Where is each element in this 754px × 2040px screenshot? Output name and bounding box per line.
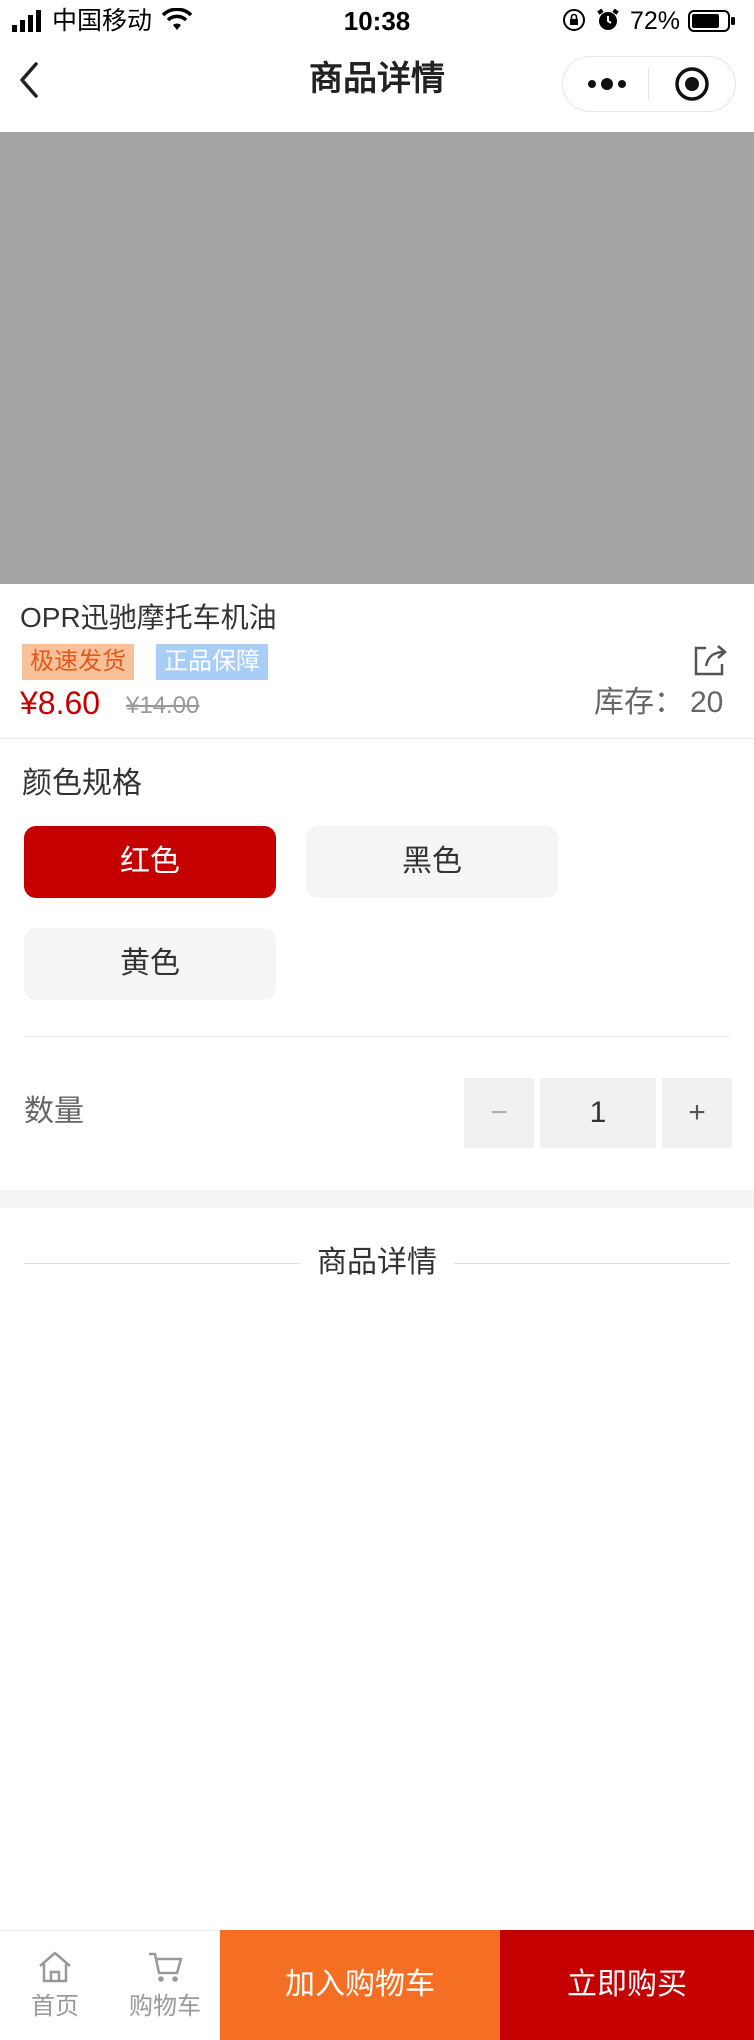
current-price: ¥8.60 xyxy=(20,685,101,721)
close-miniprogram-icon[interactable] xyxy=(674,66,710,102)
tag-genuine-guarantee: 正品保障 xyxy=(156,644,268,680)
divider xyxy=(0,738,754,739)
status-bar: 中国移动 10:38 72% xyxy=(0,0,754,44)
section-gap xyxy=(0,1190,754,1208)
quantity-increase-button[interactable]: + xyxy=(662,1078,732,1148)
original-price: ¥14.00 xyxy=(126,692,200,719)
detail-section-title: 商品详情 xyxy=(317,1246,437,1279)
divider xyxy=(24,1036,730,1037)
home-icon xyxy=(39,1951,71,1983)
divider xyxy=(454,1263,730,1264)
battery-icon xyxy=(688,10,735,32)
stock-value: 20 xyxy=(690,686,724,719)
home-tab[interactable]: 首页 xyxy=(0,1930,110,2040)
tag-fast-delivery: 极速发货 xyxy=(22,644,134,680)
stock-label: 库存： xyxy=(594,686,684,719)
quantity-decrease-button[interactable]: − xyxy=(464,1078,534,1148)
product-image-banner[interactable] xyxy=(0,132,754,584)
quantity-label: 数量 xyxy=(24,1095,84,1128)
cart-tab-label: 购物车 xyxy=(129,1993,201,2020)
product-name: OPR迅驰摩托车机油 xyxy=(20,602,277,633)
buy-now-button[interactable]: 立即购买 xyxy=(500,1930,754,2040)
add-to-cart-button[interactable]: 加入购物车 xyxy=(220,1930,500,2040)
share-icon[interactable] xyxy=(690,640,730,680)
spec-option-red[interactable]: 红色 xyxy=(24,826,276,898)
spec-section-title: 颜色规格 xyxy=(22,767,142,800)
cart-tab[interactable]: 购物车 xyxy=(110,1930,220,2040)
spec-option-black[interactable]: 黑色 xyxy=(306,826,558,898)
home-tab-label: 首页 xyxy=(31,1993,79,2020)
divider xyxy=(24,1263,300,1264)
quantity-input[interactable]: 1 xyxy=(540,1078,656,1148)
rotation-lock-icon xyxy=(563,9,585,31)
spec-option-yellow[interactable]: 黄色 xyxy=(24,928,276,1000)
more-dots-icon[interactable] xyxy=(584,70,630,98)
battery-percent: 72% xyxy=(630,7,681,35)
capsule-divider xyxy=(648,68,649,100)
alarm-icon xyxy=(597,8,619,30)
shopping-cart-icon xyxy=(149,1952,183,1982)
